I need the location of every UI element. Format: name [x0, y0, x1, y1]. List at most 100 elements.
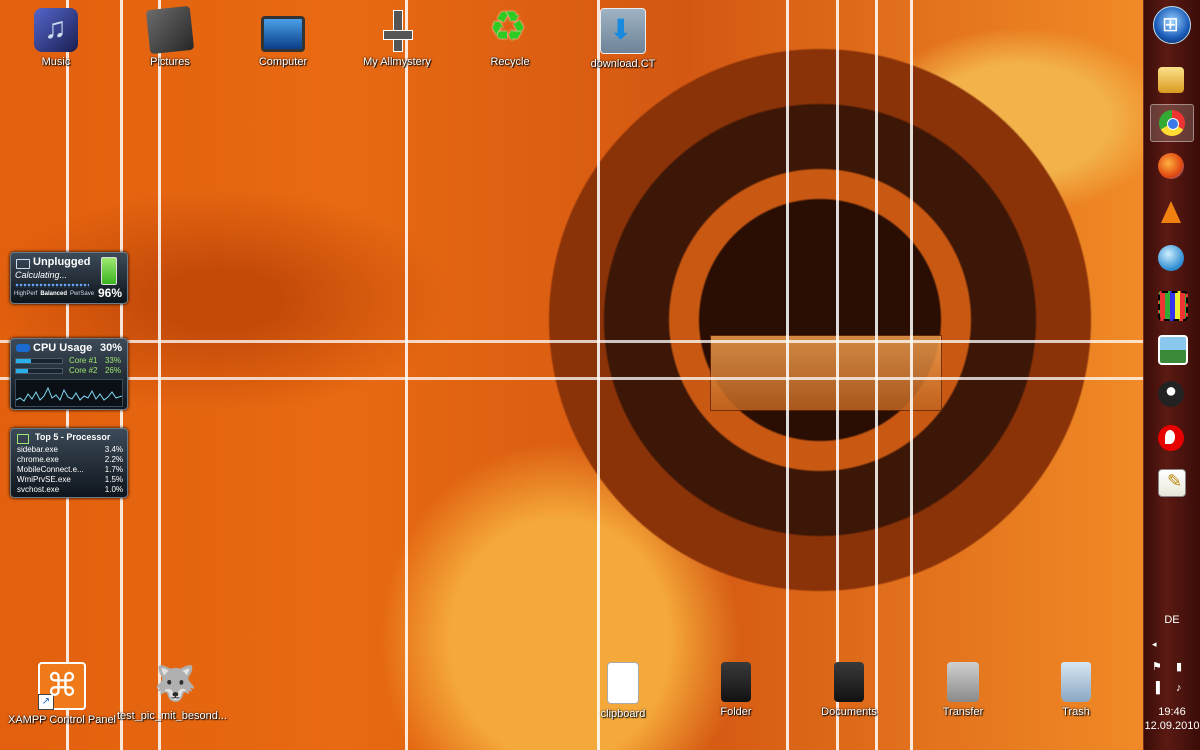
- system-tray: ⚑ ▮ ▐ ♪: [1152, 660, 1194, 700]
- battery-tray-icon[interactable]: ▮: [1176, 660, 1182, 673]
- desktop-icon-label: Recycle: [490, 56, 530, 68]
- desktop-icon-label: XAMPP Control Panel: [7, 714, 117, 726]
- power-mode-pwrsave[interactable]: PwrSave: [70, 291, 94, 297]
- desktop-icon-pictures[interactable]: Pictures: [120, 5, 220, 68]
- notepad-icon: [1158, 469, 1186, 497]
- desktop-icon-clipboard[interactable]: clipboard: [573, 662, 673, 720]
- wallpaper-line: [786, 0, 789, 750]
- taskbar-item-notepad[interactable]: [1150, 464, 1192, 500]
- action-center-flag-icon[interactable]: ⚑: [1152, 660, 1162, 673]
- core-value: 26%: [104, 366, 121, 375]
- pidgin-icon: [1158, 381, 1184, 407]
- desktop-icon-label: Music: [41, 56, 71, 68]
- wallpaper-line: [910, 0, 913, 750]
- desktop-icon-label: clipboard: [600, 708, 646, 720]
- battery-icon: [101, 257, 117, 285]
- desktop-icon-transfer[interactable]: Transfer: [913, 662, 1013, 718]
- music-folder-icon: [34, 8, 78, 52]
- desktop-icon-allmystery[interactable]: My Allmystery: [347, 8, 447, 68]
- tray-expand-arrow-icon[interactable]: ◂: [1152, 639, 1157, 650]
- wallpaper-line: [0, 340, 1144, 343]
- desktop-wallpaper: [0, 0, 1144, 750]
- desktop-icon-download[interactable]: download.CT: [573, 8, 673, 70]
- cpu-total: 30%: [99, 342, 122, 354]
- process-name: svchost.exe: [17, 485, 60, 494]
- taskbar-item-film[interactable]: [1150, 286, 1192, 322]
- process-row: MobileConnect.e... 1.7%: [17, 465, 123, 475]
- film-icon: [1158, 291, 1188, 321]
- wallpaper-line: [158, 0, 161, 750]
- text-file-icon: [607, 662, 639, 704]
- wallpaper-lens-detail: [710, 335, 942, 411]
- process-row: sidebar.exe 3.4%: [17, 445, 123, 455]
- language-indicator[interactable]: DE: [1144, 614, 1200, 626]
- desktop-icon-label: download.CT: [590, 58, 656, 70]
- wallpaper-line: [836, 0, 839, 750]
- taskbar-item-vodafone[interactable]: [1150, 420, 1192, 456]
- clock[interactable]: 19:46 12.09.2010: [1144, 705, 1200, 733]
- taskbar: DE ◂ ⚑ ▮ ▐ ♪ 19:46 12.09.2010: [1143, 0, 1200, 750]
- process-name: WmiPrvSE.exe: [17, 475, 71, 484]
- core-name: Core #1: [69, 356, 98, 365]
- wallpaper-line: [875, 0, 878, 750]
- battery-gadget[interactable]: Unplugged Calculating... HighPerf Balance…: [10, 252, 128, 304]
- top5-processor-gadget[interactable]: Top 5 - Processor sidebar.exe 3.4% chrome…: [10, 428, 128, 498]
- firefox-icon: [1158, 153, 1184, 179]
- recycle-icon: [488, 2, 532, 52]
- core-bar-fill: [16, 359, 32, 363]
- power-mode-balanced[interactable]: Balanced: [40, 291, 67, 297]
- wallpaper-line: [0, 377, 1144, 380]
- photo-viewer-icon: [1158, 335, 1188, 365]
- process-value: 1.5%: [104, 475, 123, 484]
- core-bar-fill: [16, 369, 28, 373]
- taskbar-item-explorer[interactable]: [1150, 62, 1192, 98]
- process-name: MobileConnect.e...: [17, 465, 84, 474]
- process-value: 2.2%: [104, 455, 123, 464]
- desktop-icon-trash[interactable]: Trash: [1026, 662, 1126, 718]
- core-bar: [15, 358, 63, 364]
- desktop-icon-label: Computer: [258, 56, 308, 68]
- core-value: 33%: [104, 356, 121, 365]
- desktop-icon-computer[interactable]: Computer: [233, 8, 333, 68]
- core-name: Core #2: [69, 366, 98, 375]
- cpu-graph-line: [15, 386, 123, 402]
- taskbar-item-pidgin[interactable]: [1150, 376, 1192, 412]
- desktop-icon-documents[interactable]: Documents: [799, 662, 899, 718]
- battery-title: Unplugged: [33, 256, 91, 268]
- desktop-icon-music[interactable]: Music: [6, 8, 106, 68]
- signal-strength-icon[interactable]: ▐: [1152, 682, 1160, 694]
- wallpaper-line: [597, 0, 600, 750]
- globe-icon: [1158, 245, 1184, 271]
- taskbar-item-photo[interactable]: [1150, 330, 1192, 366]
- process-value: 1.7%: [104, 465, 123, 474]
- wallpaper-line: [405, 0, 408, 750]
- core-bar: [15, 368, 63, 374]
- process-value: 1.0%: [104, 485, 123, 494]
- process-value: 3.4%: [104, 445, 123, 454]
- cpu-title: CPU Usage: [33, 342, 93, 354]
- allmystery-icon: [375, 8, 419, 52]
- top5-title: Top 5 - Processor: [35, 432, 111, 442]
- desktop-icon-label: Pictures: [150, 56, 190, 68]
- cpu-usage-gadget[interactable]: CPU Usage 30% Core #1 33% Core #2 26%: [10, 338, 128, 410]
- taskbar-item-vlc[interactable]: [1150, 194, 1192, 230]
- vodafone-icon: [1158, 425, 1184, 451]
- desktop-icon-label: Trash: [1062, 706, 1090, 718]
- taskbar-item-chrome[interactable]: [1150, 104, 1194, 142]
- download-icon: [600, 8, 646, 54]
- power-mode-highperf[interactable]: HighPerf: [14, 291, 37, 297]
- volume-icon[interactable]: ♪: [1176, 682, 1182, 694]
- process-row: svchost.exe 1.0%: [17, 485, 123, 495]
- windows-orb-icon[interactable]: [1153, 6, 1191, 44]
- taskbar-item-firefox[interactable]: [1150, 148, 1192, 184]
- desktop-icon-folder[interactable]: Folder: [686, 662, 786, 718]
- desktop-icon-recycle[interactable]: Recycle: [460, 2, 560, 68]
- battery-status: Calculating...: [15, 270, 68, 280]
- clock-date: 12.09.2010: [1144, 720, 1200, 732]
- black-folder-icon: [721, 662, 751, 702]
- desktop-icon-xampp[interactable]: ↗ XAMPP Control Panel: [6, 662, 118, 726]
- desktop-icon-test-pic[interactable]: test_pic_mit_besond...: [116, 662, 228, 722]
- taskbar-item-globe[interactable]: [1150, 240, 1192, 276]
- cpu-graph-svg: [15, 386, 123, 402]
- cpu-history-graph: [15, 379, 123, 407]
